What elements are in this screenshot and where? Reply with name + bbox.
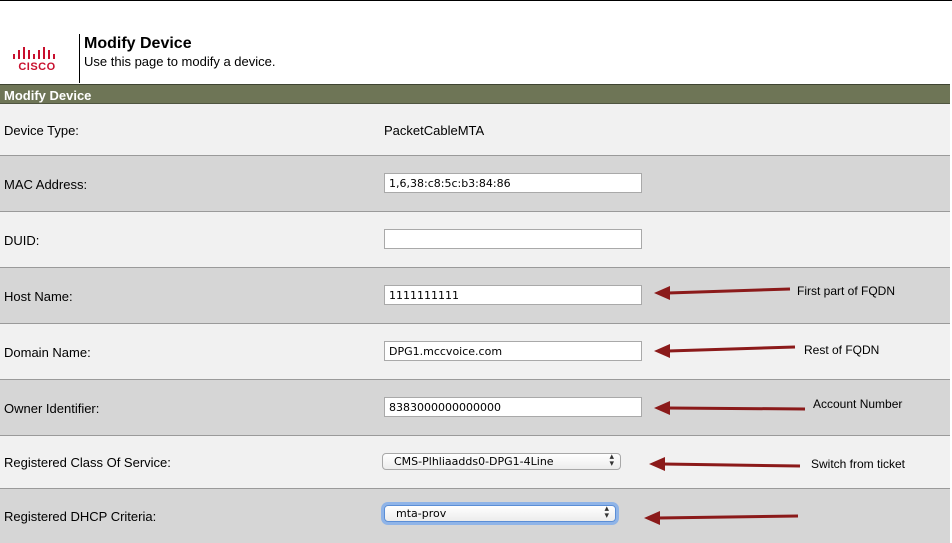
page-subtitle: Use this page to modify a device.: [84, 54, 276, 69]
header-divider: [79, 34, 80, 83]
cisco-logo-bars: [13, 47, 55, 59]
owner-identifier-label: Owner Identifier:: [4, 401, 100, 416]
duid-input[interactable]: [384, 229, 642, 249]
annotation-host-name: First part of FQDN: [797, 284, 896, 298]
page-title: Modify Device: [84, 35, 192, 52]
row-device-type: Device Type: PacketCableMTA: [0, 104, 950, 156]
dhcp-criteria-select[interactable]: mta-prov ▴ ▾: [384, 505, 616, 522]
annotation-arrow-owner-identifier: [654, 401, 806, 415]
domain-name-input[interactable]: DPG1.mccvoice.com: [384, 341, 642, 361]
section-header: Modify Device: [0, 84, 950, 104]
annotation-arrow-dhcp-criteria: [644, 511, 799, 525]
dhcp-criteria-label: Registered DHCP Criteria:: [4, 509, 157, 524]
device-type-value: PacketCableMTA: [384, 123, 485, 138]
logo-text: CISCO: [18, 61, 56, 73]
row-class-of-service: Registered Class Of Service: CMS-Plhliaa…: [0, 436, 950, 489]
annotation-domain-name: Rest of FQDN: [804, 343, 880, 357]
updown-chevron-icon: ▴ ▾: [609, 452, 614, 469]
annotation-class-of-service: Switch from ticket: [811, 457, 906, 471]
page-header: CISCO Modify Device Use this page to mod…: [0, 1, 952, 84]
annotation-arrow-domain-name: [654, 344, 796, 358]
duid-label: DUID:: [4, 233, 40, 248]
row-dhcp-criteria: Registered DHCP Criteria: mta-prov ▴ ▾: [0, 489, 950, 543]
section-title: Modify Device: [4, 88, 92, 103]
owner-identifier-input[interactable]: 8383000000000000: [384, 397, 642, 417]
class-of-service-selected: CMS-Plhliaadds0-DPG1-4Line: [394, 455, 554, 468]
mac-address-input[interactable]: 1,6,38:c8:5c:b3:84:86: [384, 173, 642, 193]
updown-chevron-icon: ▴ ▾: [604, 504, 609, 521]
row-mac-address: MAC Address: 1,6,38:c8:5c:b3:84:86: [0, 156, 950, 212]
device-type-label: Device Type:: [4, 123, 79, 138]
class-of-service-label: Registered Class Of Service:: [4, 455, 171, 470]
host-name-label: Host Name:: [4, 289, 73, 304]
domain-name-label: Domain Name:: [4, 345, 91, 360]
mac-address-label: MAC Address:: [4, 177, 88, 192]
annotation-arrow-class-of-service: [649, 457, 801, 471]
row-duid: DUID:: [0, 212, 950, 268]
annotation-owner-identifier: Account Number: [813, 397, 903, 411]
class-of-service-select[interactable]: CMS-Plhliaadds0-DPG1-4Line ▴ ▾: [382, 453, 621, 470]
host-name-input[interactable]: 1111111111: [384, 285, 642, 305]
cisco-logo: CISCO: [11, 45, 63, 75]
dhcp-criteria-selected: mta-prov: [396, 507, 447, 520]
annotation-arrow-host-name: [654, 286, 791, 300]
